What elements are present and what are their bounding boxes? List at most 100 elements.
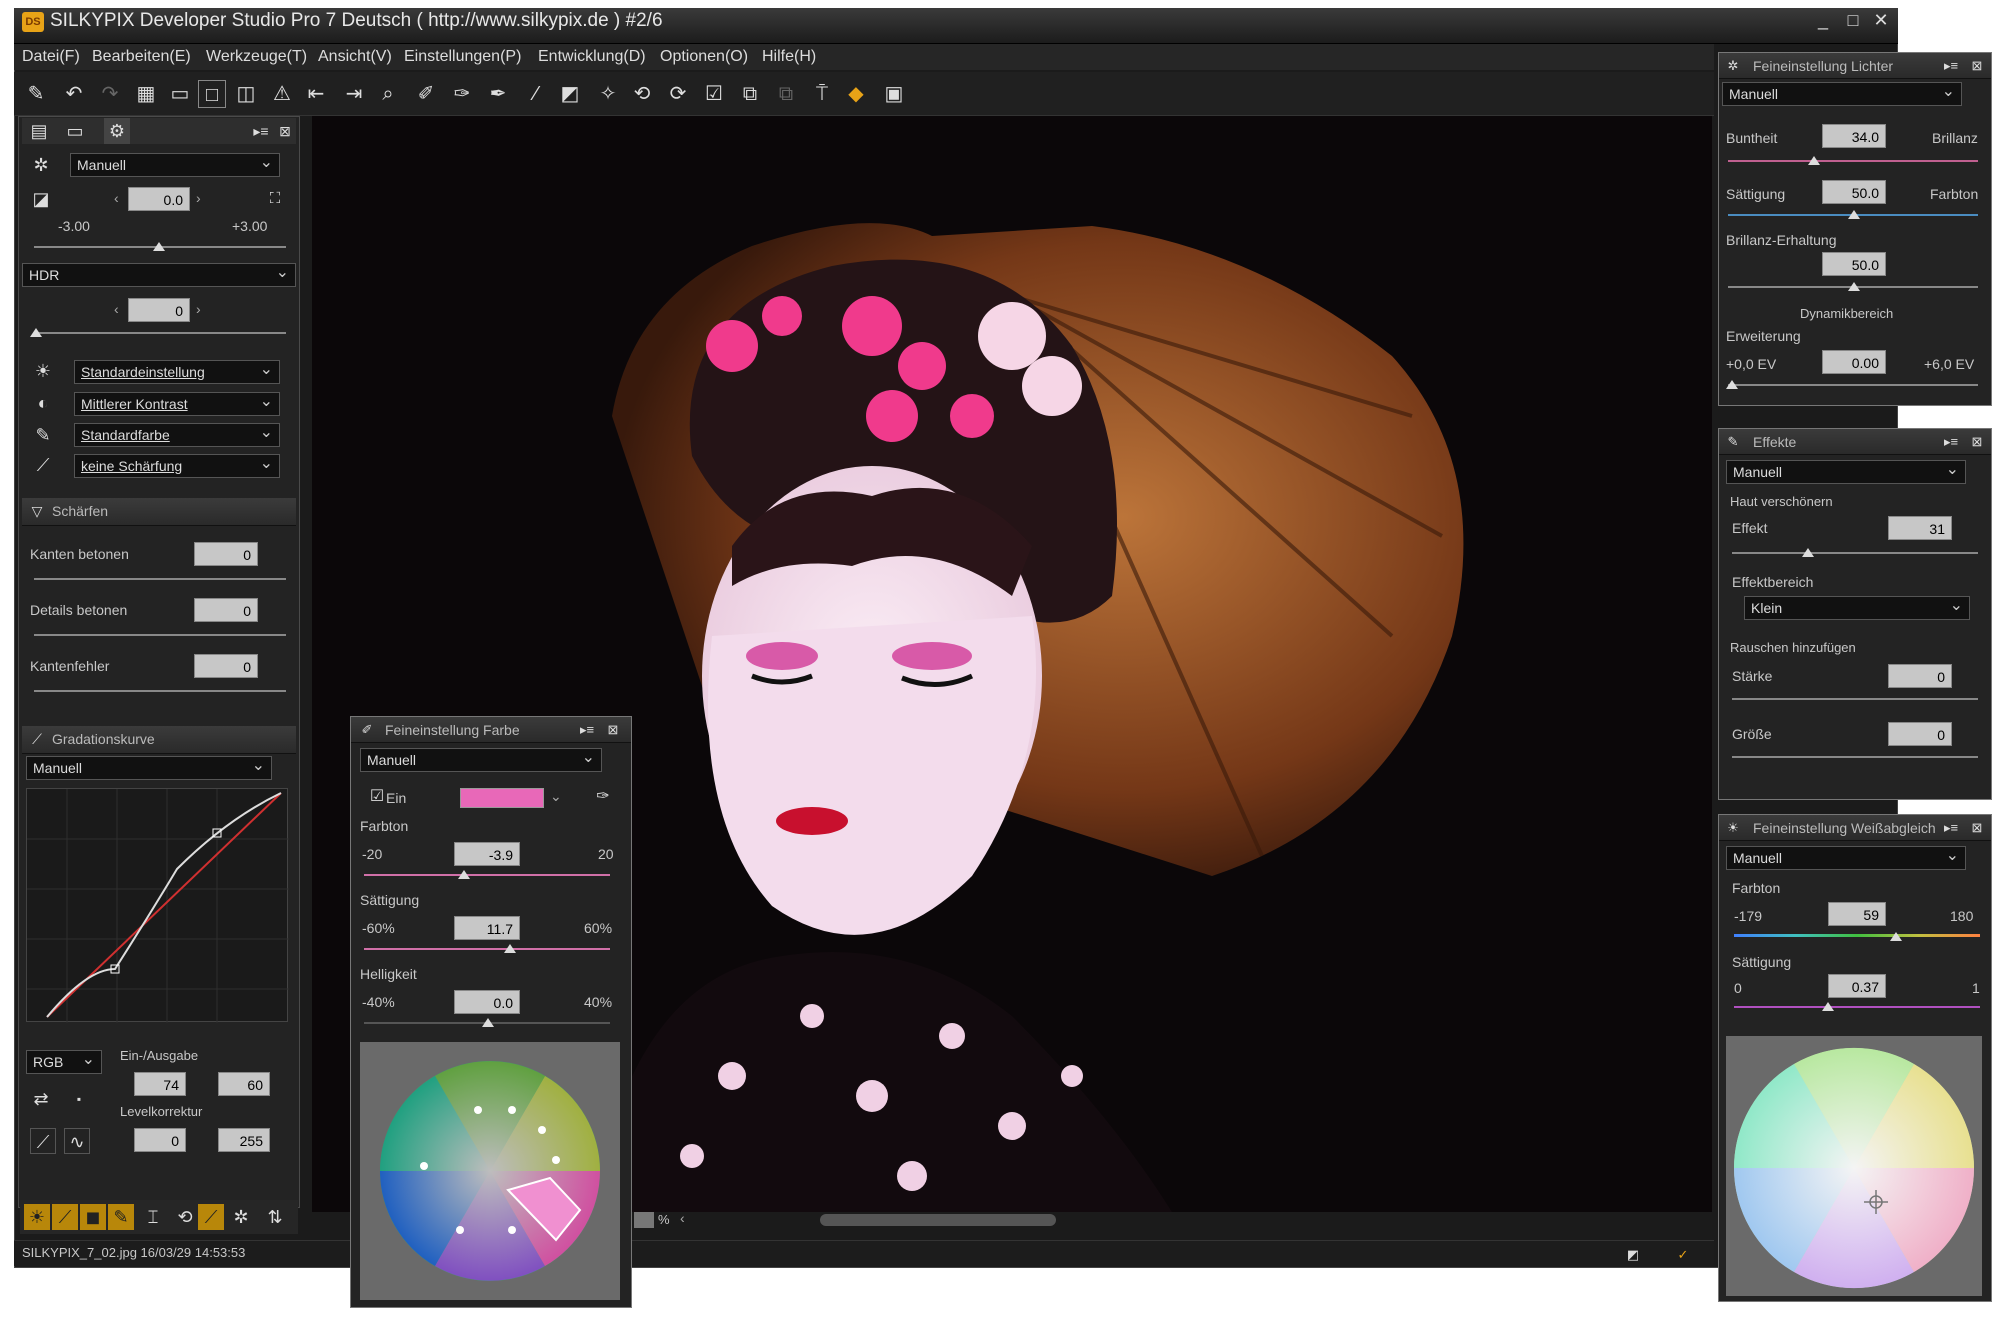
curve-preset-select[interactable]: Manuell	[26, 755, 272, 780]
curve-output-value[interactable]: 60	[218, 1072, 270, 1096]
tone-curve-graph[interactable]	[26, 788, 289, 1023]
rotate-left-icon[interactable]: ⟲	[628, 80, 656, 108]
horizontal-scrollbar[interactable]	[820, 1214, 1056, 1226]
sharpen-artifact-slider[interactable]	[34, 690, 286, 692]
status-check-icon[interactable]: ✓	[1670, 1242, 1696, 1268]
vividness-value[interactable]: 34.0	[1822, 124, 1886, 148]
menu-ansicht[interactable]: Ansicht(V)	[318, 48, 392, 66]
eraser-icon[interactable]: ✎	[22, 80, 50, 108]
develop-icon[interactable]: ⍑	[808, 80, 836, 108]
sharpen-edge-slider[interactable]	[34, 578, 286, 580]
channel-select[interactable]: RGB	[26, 1049, 102, 1074]
extension-slider[interactable]	[1728, 384, 1978, 386]
noise-size-slider[interactable]	[1732, 756, 1978, 758]
saturation-slider[interactable]	[364, 948, 610, 950]
warning-icon[interactable]: ⚠	[268, 80, 296, 108]
tool-brush-icon[interactable]: ✎	[108, 1204, 134, 1230]
sharpen-artifact-value[interactable]: 0	[194, 654, 258, 678]
rotate-right-icon[interactable]: ⟳	[664, 80, 692, 108]
brilliance-keep-knob[interactable]	[1848, 282, 1860, 291]
comment-tab-icon[interactable]: ▭	[62, 118, 88, 144]
exposure-value[interactable]: 0.0	[128, 187, 190, 211]
vividness-slider-knob[interactable]	[1808, 156, 1820, 165]
highlights-preset[interactable]: Manuell	[1722, 81, 1962, 106]
menu-einstellungen[interactable]: Einstellungen(P)	[404, 48, 521, 66]
filmstrip-icon[interactable]: ▭	[166, 80, 194, 108]
vividness-slider[interactable]	[1728, 160, 1978, 162]
exposure-slider-knob[interactable]	[153, 242, 165, 251]
zoom-icon[interactable]: ⌕	[374, 80, 402, 108]
noise-strength-slider[interactable]	[1732, 698, 1978, 700]
folder-tab-icon[interactable]: ▤	[26, 118, 52, 144]
hue-value[interactable]: -3.9	[454, 842, 520, 866]
wb-saturation-slider[interactable]	[1734, 1006, 1980, 1008]
scroll-left-arrow[interactable]: ‹	[680, 1210, 685, 1226]
menu-optionen[interactable]: Optionen(O)	[660, 48, 748, 66]
effect-strength-knob[interactable]	[1802, 548, 1814, 557]
panel-close-icon[interactable]: ⊠	[272, 118, 298, 144]
menu-bearbeiten[interactable]: Bearbeiten(E)	[92, 48, 191, 66]
wb-color-wheel[interactable]	[1726, 1036, 1982, 1296]
exposure-increment[interactable]: ›	[196, 190, 201, 206]
color-fine-close-icon[interactable]: ⊠	[600, 717, 626, 743]
minimize-button[interactable]: _	[1812, 10, 1834, 30]
sharpness-select[interactable]: keine Schärfung	[74, 453, 280, 478]
swatch-dropdown-icon[interactable]: ⌄	[550, 788, 562, 805]
compare-view-icon[interactable]: ◫	[232, 80, 260, 108]
hl-saturation-value[interactable]: 50.0	[1822, 180, 1886, 204]
noise-size-value[interactable]: 0	[1888, 722, 1952, 746]
hue-slider[interactable]	[364, 874, 610, 876]
extension-slider-knob[interactable]	[1726, 380, 1738, 389]
hl-saturation-slider-knob[interactable]	[1848, 210, 1860, 219]
tool-wb-icon[interactable]: ☀	[24, 1204, 50, 1230]
wb-menu-icon[interactable]: ▸≡	[1938, 815, 1964, 841]
settings-tab-icon[interactable]: ⚙	[104, 118, 130, 144]
wb-hue-slider[interactable]	[1734, 934, 1980, 937]
ds-icon[interactable]: ◆	[842, 80, 870, 108]
extension-value[interactable]: 0.00	[1822, 350, 1886, 374]
dropper-icon[interactable]: ✐	[412, 80, 440, 108]
hdr-value[interactable]: 0	[128, 298, 190, 322]
wb-hue-slider-knob[interactable]	[1890, 932, 1902, 941]
sharpen-detail-value[interactable]: 0	[194, 598, 258, 622]
wb-saturation-value[interactable]: 0.37	[1828, 974, 1886, 998]
brightness-slider-knob[interactable]	[482, 1018, 494, 1027]
effect-strength-slider[interactable]	[1732, 552, 1978, 554]
preset-select[interactable]: Manuell	[70, 152, 280, 177]
single-view-icon[interactable]: □	[198, 80, 226, 108]
menu-werkzeuge[interactable]: Werkzeuge(T)	[206, 48, 307, 66]
checkbox-icon[interactable]: ☑	[700, 80, 728, 108]
saturation-value[interactable]: 11.7	[454, 916, 520, 940]
zoom-fit-icon[interactable]	[634, 1212, 654, 1228]
wb-hue-value[interactable]: 59	[1828, 902, 1886, 926]
sharpen-detail-slider[interactable]	[34, 634, 286, 636]
effect-strength-value[interactable]: 31	[1888, 516, 1952, 540]
contrast-select[interactable]: Mittlerer Kontrast	[74, 391, 280, 416]
wb-saturation-slider-knob[interactable]	[1822, 1002, 1834, 1011]
effects-close-icon[interactable]: ⊠	[1964, 429, 1990, 455]
menu-hilfe[interactable]: Hilfe(H)	[762, 48, 816, 66]
curve-point-icon[interactable]: ▪	[66, 1086, 92, 1112]
highlights-close-icon[interactable]: ⊠	[1964, 53, 1990, 79]
skin-dropper-icon[interactable]: ✒	[484, 80, 512, 108]
hdr-decrement[interactable]: ‹	[114, 301, 119, 317]
hdr-select[interactable]: HDR	[22, 262, 296, 287]
status-lock-icon[interactable]: ◩	[1620, 1242, 1646, 1268]
hdr-increment[interactable]: ›	[196, 301, 201, 317]
curve-pick-icon[interactable]: ⇄	[28, 1086, 54, 1112]
hue-slider-knob[interactable]	[458, 870, 470, 879]
brightness-value[interactable]: 0.0	[454, 990, 520, 1014]
curve-section-title[interactable]: Gradationskurve	[22, 726, 296, 754]
batch-disabled-icon[interactable]: ⧉	[772, 80, 800, 108]
exposure-decrement[interactable]: ‹	[114, 190, 119, 206]
panel-menu-icon[interactable]: ▸≡	[248, 118, 274, 144]
grid-view-icon[interactable]: ▦	[132, 80, 160, 108]
gray-dropper-icon[interactable]: ✑	[448, 80, 476, 108]
prev-image-icon[interactable]: ⇤	[302, 80, 330, 108]
white-balance-select[interactable]: Standardeinstellung	[74, 359, 280, 384]
target-color-swatch[interactable]	[460, 788, 544, 808]
tool-rotate-icon[interactable]: ⟲	[172, 1204, 198, 1230]
wb-preset[interactable]: Manuell	[1726, 845, 1966, 870]
color-select[interactable]: Standardfarbe	[74, 422, 280, 447]
tool-settings-icon[interactable]: ✲	[228, 1204, 254, 1230]
